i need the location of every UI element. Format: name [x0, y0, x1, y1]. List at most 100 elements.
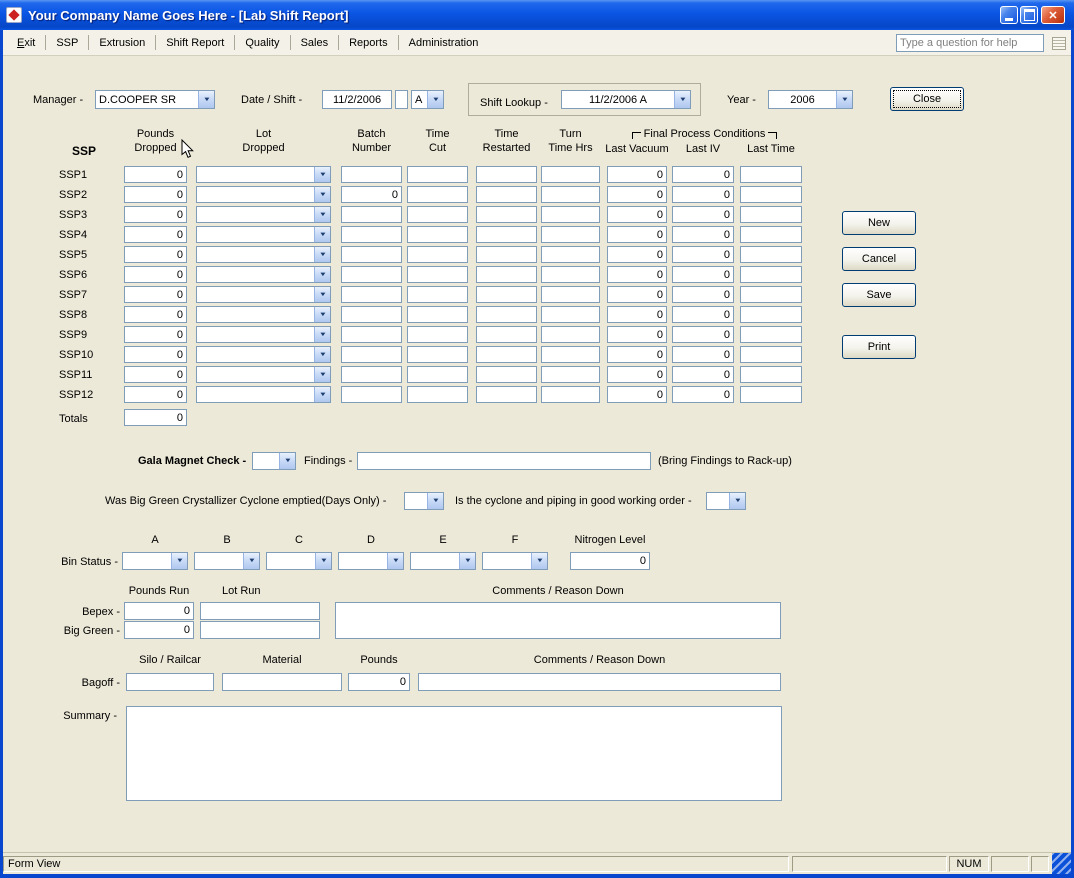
time-restarted-input[interactable] [476, 246, 537, 263]
last-time-input[interactable] [740, 386, 802, 403]
gala-magnet-check-select[interactable] [252, 452, 296, 470]
menu-item-sales[interactable]: Sales [292, 34, 338, 52]
lot-dropped-select[interactable] [196, 366, 331, 383]
last-vacuum-input[interactable] [607, 246, 667, 263]
shift-lookup-select[interactable]: 11/2/2006 A [561, 90, 691, 109]
last-vacuum-input[interactable] [607, 306, 667, 323]
lot-dropped-select[interactable] [196, 346, 331, 363]
bin-status-b-select[interactable] [194, 552, 260, 570]
shift-select[interactable]: A [411, 90, 444, 109]
big-green-lot-input[interactable] [200, 621, 320, 639]
time-cut-input[interactable] [407, 246, 468, 263]
last-iv-input[interactable] [672, 366, 734, 383]
chevron-down-icon[interactable] [314, 267, 330, 282]
menu-item-ssp[interactable]: SSP [47, 34, 87, 52]
date-input[interactable] [322, 90, 392, 109]
bepex-lot-input[interactable] [200, 602, 320, 620]
last-iv-input[interactable] [672, 206, 734, 223]
pounds-dropped-input[interactable] [124, 326, 187, 343]
time-cut-input[interactable] [407, 386, 468, 403]
last-iv-input[interactable] [672, 386, 734, 403]
help-search-box[interactable] [896, 34, 1044, 52]
last-vacuum-input[interactable] [607, 286, 667, 303]
time-cut-input[interactable] [407, 326, 468, 343]
manager-select[interactable]: D.COOPER SR [95, 90, 215, 109]
menu-item-exit[interactable]: Exit [8, 34, 44, 52]
toolbar-options-icon[interactable] [1052, 37, 1066, 50]
time-restarted-input[interactable] [476, 326, 537, 343]
time-cut-input[interactable] [407, 206, 468, 223]
chevron-down-icon[interactable] [531, 553, 547, 569]
chevron-down-icon[interactable] [674, 91, 690, 108]
bin-status-c-select[interactable] [266, 552, 332, 570]
batch-number-input[interactable] [341, 366, 402, 383]
time-restarted-input[interactable] [476, 286, 537, 303]
chevron-down-icon[interactable] [314, 367, 330, 382]
batch-number-input[interactable] [341, 186, 402, 203]
time-cut-input[interactable] [407, 226, 468, 243]
last-iv-input[interactable] [672, 246, 734, 263]
last-time-input[interactable] [740, 246, 802, 263]
pounds-dropped-input[interactable] [124, 386, 187, 403]
lot-dropped-select[interactable] [196, 246, 331, 263]
last-time-input[interactable] [740, 166, 802, 183]
lot-dropped-select[interactable] [196, 226, 331, 243]
pounds-dropped-input[interactable] [124, 206, 187, 223]
chevron-down-icon[interactable] [243, 553, 259, 569]
last-iv-input[interactable] [672, 266, 734, 283]
turn-time-hrs-input[interactable] [541, 186, 600, 203]
menu-item-extrusion[interactable]: Extrusion [90, 34, 154, 52]
time-cut-input[interactable] [407, 346, 468, 363]
last-vacuum-input[interactable] [607, 266, 667, 283]
time-cut-input[interactable] [407, 286, 468, 303]
app-icon[interactable] [6, 7, 22, 23]
time-restarted-input[interactable] [476, 206, 537, 223]
batch-number-input[interactable] [341, 286, 402, 303]
last-time-input[interactable] [740, 366, 802, 383]
help-search-input[interactable] [897, 35, 1043, 51]
batch-number-input[interactable] [341, 166, 402, 183]
year-select[interactable]: 2006 [768, 90, 853, 109]
last-iv-input[interactable] [672, 166, 734, 183]
last-vacuum-input[interactable] [607, 386, 667, 403]
last-vacuum-input[interactable] [607, 226, 667, 243]
bin-status-d-select[interactable] [338, 552, 404, 570]
time-restarted-input[interactable] [476, 186, 537, 203]
close-button[interactable]: Close [890, 87, 964, 111]
last-iv-input[interactable] [672, 306, 734, 323]
date-shift-spacer-field[interactable] [395, 90, 408, 109]
lot-dropped-select[interactable] [196, 386, 331, 403]
turn-time-hrs-input[interactable] [541, 286, 600, 303]
last-time-input[interactable] [740, 346, 802, 363]
pounds-dropped-input[interactable] [124, 266, 187, 283]
time-cut-input[interactable] [407, 366, 468, 383]
chevron-down-icon[interactable] [459, 553, 475, 569]
chevron-down-icon[interactable] [314, 387, 330, 402]
turn-time-hrs-input[interactable] [541, 166, 600, 183]
cancel-button[interactable]: Cancel [842, 247, 916, 271]
chevron-down-icon[interactable] [314, 307, 330, 322]
big-green-pounds-input[interactable] [124, 621, 194, 639]
last-time-input[interactable] [740, 226, 802, 243]
batch-number-input[interactable] [341, 326, 402, 343]
last-iv-input[interactable] [672, 326, 734, 343]
last-time-input[interactable] [740, 306, 802, 323]
batch-number-input[interactable] [341, 346, 402, 363]
bagoff-pounds-input[interactable] [348, 673, 410, 691]
lot-dropped-select[interactable] [196, 306, 331, 323]
summary-input[interactable] [126, 706, 782, 801]
cyclone-working-order-select[interactable] [706, 492, 746, 510]
last-time-input[interactable] [740, 186, 802, 203]
batch-number-input[interactable] [341, 206, 402, 223]
batch-number-input[interactable] [341, 306, 402, 323]
turn-time-hrs-input[interactable] [541, 346, 600, 363]
last-vacuum-input[interactable] [607, 186, 667, 203]
last-time-input[interactable] [740, 326, 802, 343]
last-vacuum-input[interactable] [607, 166, 667, 183]
time-restarted-input[interactable] [476, 366, 537, 383]
pounds-dropped-input[interactable] [124, 306, 187, 323]
last-iv-input[interactable] [672, 346, 734, 363]
menu-item-administration[interactable]: Administration [400, 34, 488, 52]
last-time-input[interactable] [740, 266, 802, 283]
time-restarted-input[interactable] [476, 226, 537, 243]
